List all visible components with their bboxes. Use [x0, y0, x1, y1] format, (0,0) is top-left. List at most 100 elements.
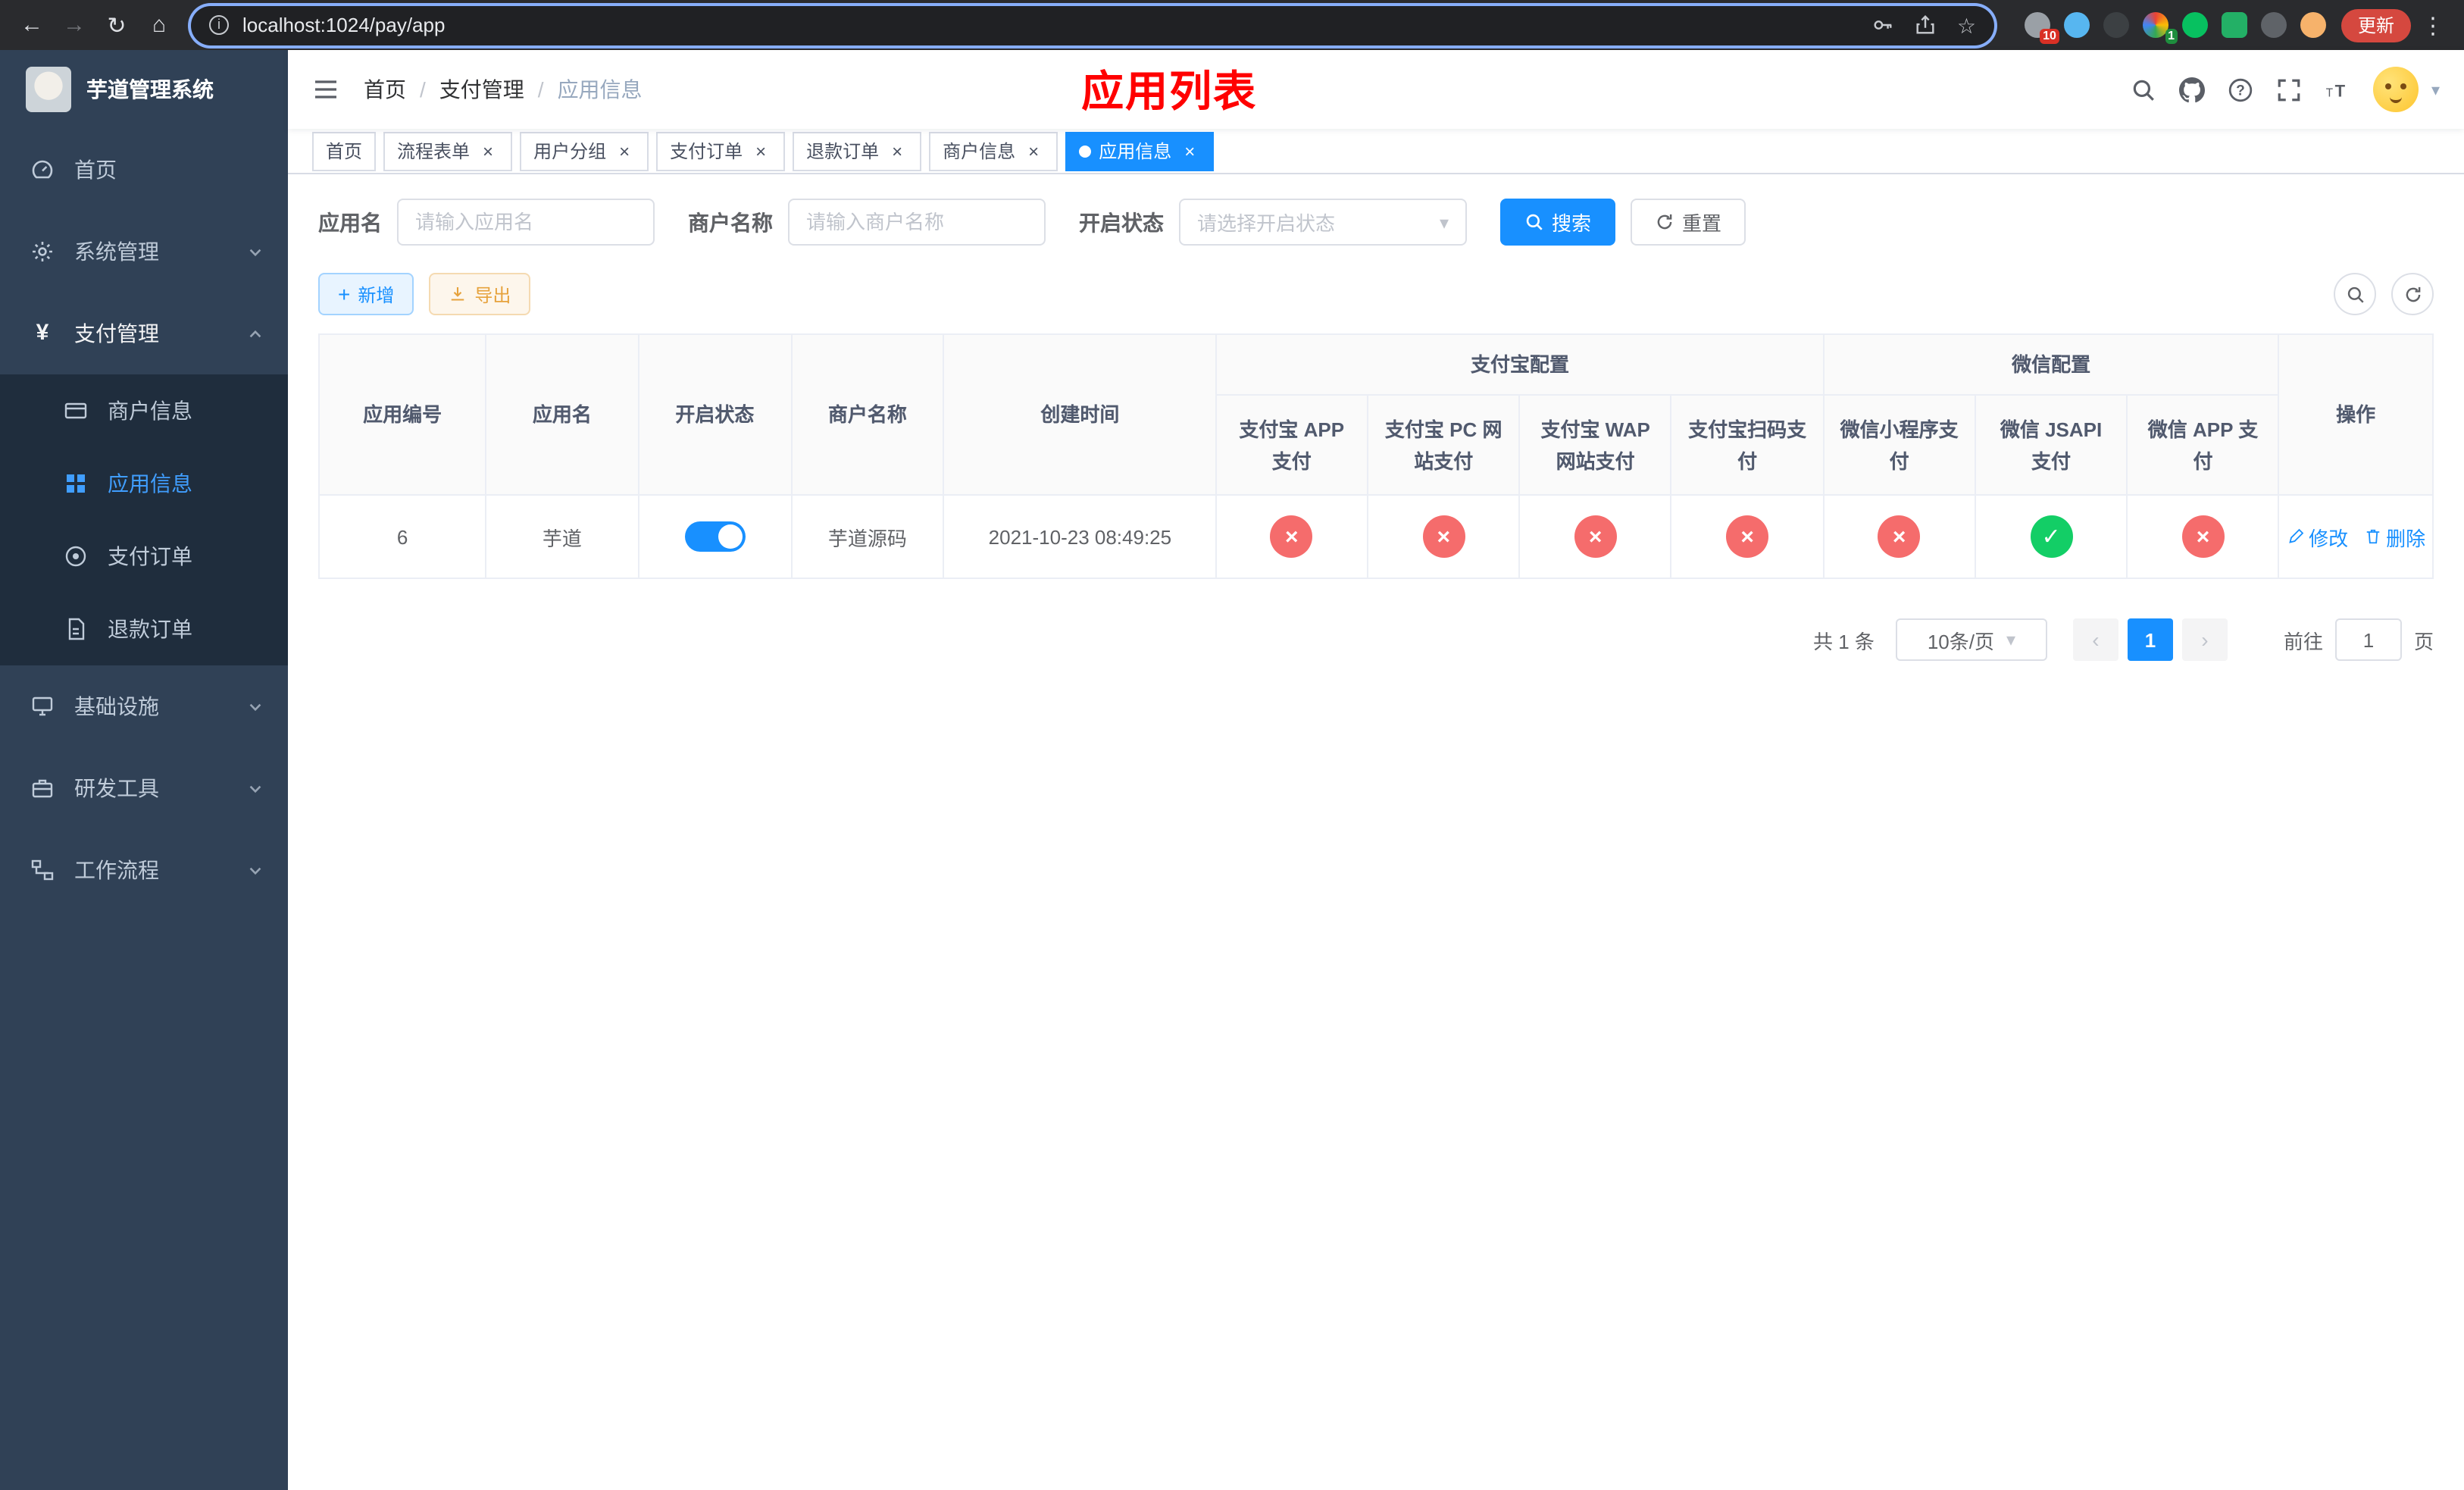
page-size-value: 10条/页 [1927, 630, 1994, 653]
browser-back-icon[interactable]: ← [12, 5, 52, 45]
goto-page-input[interactable] [2334, 618, 2402, 661]
extension-colorful-icon[interactable]: 1 [2142, 12, 2178, 44]
sidebar-item-refund-order[interactable]: 退款订单 [0, 593, 288, 665]
hide-search-button[interactable] [2334, 273, 2376, 315]
chevron-down-icon [247, 698, 264, 715]
sidebar-item-dev-tools[interactable]: 研发工具 [0, 747, 288, 829]
breadcrumb-separator: / [537, 77, 544, 102]
browser-update-button[interactable]: 更新 [2340, 8, 2411, 42]
page-title: 应用列表 [1081, 68, 1258, 115]
browser-menu-icon[interactable]: ⋮ [2414, 11, 2452, 39]
current-page-button[interactable]: 1 [2127, 618, 2173, 661]
col-group-wechat: 微信配置 [1822, 333, 2280, 396]
font-size-icon[interactable]: TT [2325, 77, 2351, 102]
sidebar-item-home[interactable]: 首页 [0, 129, 288, 211]
edit-link[interactable]: 修改 [2286, 522, 2348, 551]
table-toolbar: + 新增 导出 [318, 273, 2434, 315]
next-page-button[interactable]: › [2181, 618, 2228, 661]
browser-forward-icon[interactable]: → [55, 5, 94, 45]
tab-label: 商户信息 [943, 141, 1016, 162]
reset-button[interactable]: 重置 [1631, 199, 1746, 246]
add-button[interactable]: + 新增 [318, 273, 414, 315]
col-header-alipay-qr: 支付宝扫码支付 [1670, 394, 1825, 496]
delete-link-label: 删除 [2386, 527, 2426, 549]
avatar-dropdown-icon[interactable]: ▾ [2431, 80, 2440, 99]
sidebar-item-merchant-info[interactable]: 商户信息 [0, 374, 288, 447]
close-icon[interactable]: × [750, 140, 771, 161]
sidebar-item-infrastructure[interactable]: 基础设施 [0, 665, 288, 747]
status-select[interactable]: 请选择开启状态 ▾ [1179, 199, 1467, 246]
sidebar-item-app-info[interactable]: 应用信息 [0, 447, 288, 520]
chevron-down-icon [247, 780, 264, 797]
sidebar-item-workflow[interactable]: 工作流程 [0, 829, 288, 911]
cell-create-time: 2021-10-23 08:49:25 [943, 494, 1218, 579]
tab-merchant-info[interactable]: 商户信息 × [929, 131, 1058, 171]
prev-page-button[interactable]: ‹ [2072, 618, 2118, 661]
merchant-name-input[interactable] [788, 199, 1046, 246]
close-icon[interactable]: × [1179, 140, 1200, 161]
page-size-select[interactable]: 10条/页 ▾ [1895, 618, 2047, 661]
breadcrumb-separator: / [420, 77, 426, 102]
sidebar-collapse-icon[interactable] [312, 76, 339, 103]
tab-user-group[interactable]: 用户分组 × [520, 131, 649, 171]
goto-label: 前往 [2283, 630, 2323, 653]
sidebar-logo-row[interactable]: 芋道管理系统 [0, 50, 288, 129]
address-bar[interactable]: i localhost:1024/pay/app ☆ [191, 5, 1994, 45]
close-icon[interactable]: × [614, 140, 635, 161]
tab-refund-order[interactable]: 退款订单 × [793, 131, 922, 171]
sidebar-item-label: 退款订单 [108, 617, 192, 641]
search-icon[interactable] [2131, 77, 2157, 102]
col-header-actions: 操作 [2278, 333, 2434, 496]
github-icon[interactable] [2179, 77, 2206, 102]
close-icon[interactable]: × [886, 140, 908, 161]
share-icon[interactable] [1915, 14, 1937, 36]
browser-reload-icon[interactable]: ↻ [97, 5, 136, 45]
breadcrumb-home[interactable]: 首页 [364, 74, 406, 105]
tab-home[interactable]: 首页 [312, 131, 377, 171]
sidebar-item-pay-order[interactable]: 支付订单 [0, 520, 288, 593]
tab-process-form[interactable]: 流程表单 × [383, 131, 513, 171]
sidebar-item-label: 研发工具 [74, 776, 159, 800]
status-label: 开启状态 [1079, 210, 1164, 234]
extension-blue-icon[interactable] [2063, 12, 2090, 38]
extension-green-circle-icon[interactable] [2181, 12, 2208, 38]
delete-link[interactable]: 删除 [2363, 522, 2425, 551]
page-suffix-label: 页 [2413, 630, 2434, 653]
tab-app-info[interactable]: 应用信息 × [1065, 131, 1215, 171]
fullscreen-icon[interactable] [2277, 77, 2303, 102]
sidebar-item-payment[interactable]: ¥ 支付管理 [0, 293, 288, 374]
sidebar-item-system[interactable]: 系统管理 [0, 211, 288, 293]
breadcrumb-payment[interactable]: 支付管理 [439, 74, 524, 105]
refresh-button[interactable] [2391, 273, 2434, 315]
app-name-label: 应用名 [318, 210, 382, 234]
app-logo [26, 67, 71, 112]
status-toggle[interactable] [684, 521, 746, 552]
sidebar-item-label: 首页 [74, 158, 117, 182]
workflow-icon [30, 858, 55, 882]
export-button[interactable]: 导出 [429, 273, 531, 315]
extension-green-square-icon[interactable] [2221, 12, 2247, 38]
help-icon[interactable]: ? [2228, 77, 2254, 102]
tab-pay-order[interactable]: 支付订单 × [656, 131, 786, 171]
extension-dark-icon[interactable] [2103, 12, 2129, 38]
browser-home-icon[interactable]: ⌂ [139, 5, 179, 45]
edit-link-label: 修改 [2309, 527, 2349, 549]
svg-text:T: T [2336, 81, 2347, 100]
extensions-puzzle-icon[interactable]: 10 [2024, 12, 2059, 44]
user-avatar[interactable] [2373, 67, 2419, 112]
app-name-input[interactable] [397, 199, 655, 246]
col-header-merchant: 商户名称 [790, 333, 945, 496]
tab-label: 首页 [326, 141, 363, 162]
bookmark-star-icon[interactable]: ☆ [1957, 14, 1976, 36]
site-info-icon[interactable]: i [209, 15, 229, 35]
extension-pin-icon[interactable] [2260, 12, 2287, 38]
extension-face-icon[interactable] [2300, 12, 2326, 38]
sidebar: 芋道管理系统 首页 系统管理 ¥ 支付管理 商户信息 应用信息 支付订单 退款订… [0, 50, 288, 1490]
merchant-name-label: 商户名称 [688, 210, 773, 234]
close-icon[interactable]: × [477, 140, 499, 161]
password-key-icon[interactable] [1872, 14, 1895, 36]
search-button[interactable]: 搜索 [1500, 199, 1616, 246]
pagination: 共 1 条 10条/页 ▾ ‹ 1 › 前往 页 [318, 618, 2434, 661]
reset-button-label: 重置 [1682, 212, 1722, 235]
close-icon[interactable]: × [1023, 140, 1044, 161]
